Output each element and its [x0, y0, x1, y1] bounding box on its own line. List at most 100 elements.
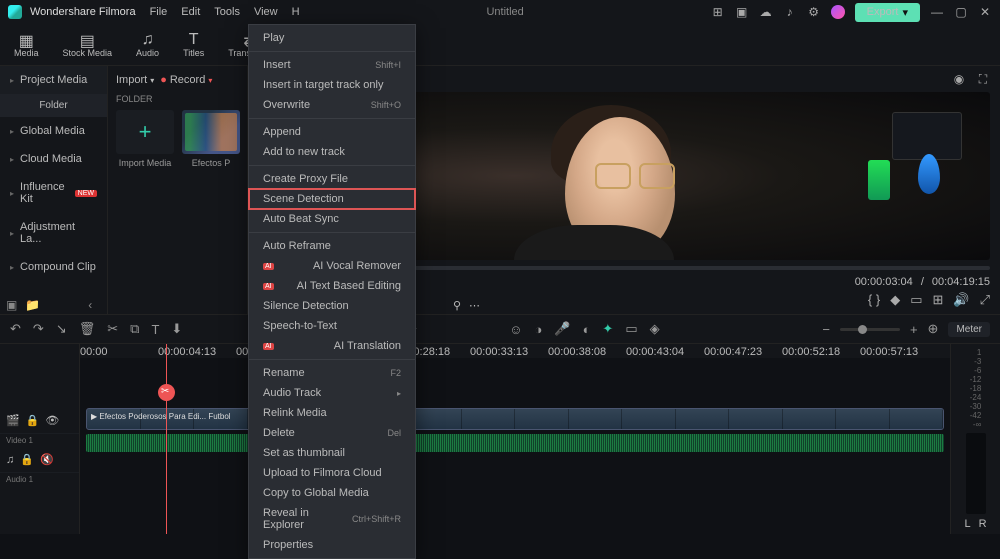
mic-icon[interactable]: 🎤: [554, 321, 570, 337]
menu-insert-in-target-track-only[interactable]: Insert in target track only: [249, 75, 415, 95]
sidebar-compound-clip[interactable]: Compound Clip: [0, 253, 107, 281]
panel-icon[interactable]: ▣: [6, 298, 17, 312]
timeline-body[interactable]: 00:0000:00:04:1300:00:09:140:23:2300:00:…: [80, 344, 950, 534]
color-icon[interactable]: ◐: [583, 322, 591, 337]
undo-icon[interactable]: ↶: [10, 321, 21, 337]
menu-file[interactable]: File: [150, 6, 168, 18]
menu-rename[interactable]: RenameF2: [249, 363, 415, 383]
ai-icon[interactable]: ✦: [602, 321, 613, 337]
menu-overwrite[interactable]: OverwriteShift+O: [249, 95, 415, 115]
menu-play[interactable]: Play: [249, 28, 415, 48]
zoom-out-icon[interactable]: −: [822, 322, 830, 337]
main-menu: File Edit Tools View H: [150, 6, 300, 18]
tab-media[interactable]: ▦Media: [10, 29, 43, 60]
minimize-icon[interactable]: —: [930, 5, 944, 19]
timeline-ruler[interactable]: 00:0000:00:04:1300:00:09:140:23:2300:00:…: [80, 344, 950, 358]
media-clip-tile[interactable]: Efectos P: [182, 110, 240, 168]
menu-edit[interactable]: Edit: [181, 6, 200, 18]
text-icon[interactable]: T: [151, 322, 159, 337]
user-avatar[interactable]: [831, 5, 845, 19]
menu-relink-media[interactable]: Relink Media: [249, 403, 415, 423]
zoom-fit-icon[interactable]: ⊕: [928, 321, 939, 337]
import-dropdown[interactable]: Import: [116, 74, 154, 86]
settings-icon[interactable]: ⚙: [807, 5, 821, 19]
menu-view[interactable]: View: [254, 6, 278, 18]
menu-create-proxy-file[interactable]: Create Proxy File: [249, 169, 415, 189]
menu-help[interactable]: H: [292, 6, 300, 18]
menu-copy-to-global-media[interactable]: Copy to Global Media: [249, 483, 415, 503]
marker2-icon[interactable]: ◈: [650, 321, 660, 337]
marker-icon[interactable]: ◆: [890, 292, 900, 308]
menu-add-to-new-track[interactable]: Add to new track: [249, 142, 415, 162]
meter-button[interactable]: Meter: [948, 322, 990, 337]
ratio-icon[interactable]: ▭: [910, 292, 922, 308]
tool-tabs: ▦Media ▤Stock Media ♫Audio TTitles ⇄Tran…: [0, 24, 1000, 66]
cut-icon[interactable]: ✂: [107, 321, 118, 337]
tab-audio[interactable]: ♫Audio: [132, 29, 163, 60]
save-icon[interactable]: ▣: [735, 5, 749, 19]
zoom-slider[interactable]: [840, 328, 900, 331]
eye-icon[interactable]: 👁: [45, 414, 59, 427]
menu-properties[interactable]: Properties: [249, 535, 415, 555]
fullscreen-icon[interactable]: ⛶: [976, 72, 990, 86]
menu-tools[interactable]: Tools: [214, 6, 240, 18]
back-icon[interactable]: ‹: [88, 298, 92, 312]
zoom-in-icon[interactable]: +: [910, 322, 918, 337]
playhead[interactable]: [166, 344, 167, 534]
volume-icon[interactable]: 🔊: [953, 292, 969, 308]
pointer-icon[interactable]: ↘: [56, 321, 67, 337]
export-button[interactable]: Export ▾: [855, 3, 920, 22]
maximize-icon[interactable]: ▢: [954, 5, 968, 19]
menu-reveal-in-explorer[interactable]: Reveal in ExplorerCtrl+Shift+R: [249, 503, 415, 535]
menu-speech-to-text[interactable]: Speech-to-Text: [249, 316, 415, 336]
menu-ai-translation[interactable]: AIAI Translation: [249, 336, 415, 356]
record-dropdown[interactable]: ● Record: [160, 74, 212, 86]
more-icon[interactable]: ⋯: [469, 299, 480, 312]
sidebar-project-media[interactable]: Project Media: [0, 66, 107, 94]
delete-icon[interactable]: 🗑: [79, 321, 96, 337]
tab-stock-media[interactable]: ▤Stock Media: [59, 29, 117, 60]
folder-icon[interactable]: 📁: [25, 298, 40, 312]
video-clip[interactable]: ▶ Efectos Poderosos Para Edi... Futbol: [86, 408, 944, 430]
titlebar: Wondershare Filmora File Edit Tools View…: [0, 0, 1000, 24]
import-media-tile[interactable]: + Import Media: [116, 110, 174, 168]
menu-ai-vocal-remover[interactable]: AIAI Vocal Remover: [249, 256, 415, 276]
expand-icon[interactable]: ⤢: [980, 292, 990, 308]
snapshot-icon[interactable]: ◉: [952, 72, 966, 86]
layout-icon[interactable]: ⊞: [711, 5, 725, 19]
face-icon[interactable]: ☺: [509, 322, 522, 337]
brackets-icon[interactable]: { }: [868, 292, 880, 308]
menu-auto-reframe[interactable]: Auto Reframe: [249, 236, 415, 256]
crop-icon[interactable]: ⧉: [130, 321, 139, 337]
lock-icon[interactable]: 🔒: [26, 414, 40, 427]
menu-set-as-thumbnail: Set as thumbnail: [249, 443, 415, 463]
close-icon[interactable]: ✕: [978, 5, 992, 19]
menu-insert[interactable]: InsertShift+I: [249, 55, 415, 75]
menu-delete[interactable]: DeleteDel: [249, 423, 415, 443]
sidebar-influence-kit[interactable]: Influence KitNEW: [0, 173, 107, 213]
audio-track-header[interactable]: ♫ 🔒 🔇: [0, 447, 79, 473]
video-track-header[interactable]: 🎬 🔒 👁: [0, 408, 79, 434]
mask-icon[interactable]: ◑: [535, 322, 543, 337]
sidebar-global-media[interactable]: Global Media: [0, 117, 107, 145]
menu-append[interactable]: Append: [249, 122, 415, 142]
menu-scene-detection[interactable]: Scene Detection: [249, 189, 415, 209]
bell-icon[interactable]: ♪: [783, 5, 797, 19]
titles-icon: T: [189, 31, 199, 47]
menu-audio-track[interactable]: Audio Track: [249, 383, 415, 403]
cloud-icon[interactable]: ☁: [759, 5, 773, 19]
menu-ai-text-based-editing[interactable]: AIAI Text Based Editing: [249, 276, 415, 296]
tab-titles[interactable]: TTitles: [179, 29, 208, 60]
filter-icon[interactable]: ⚲: [453, 299, 461, 312]
audio-clip[interactable]: [86, 434, 944, 452]
redo-icon[interactable]: ↷: [33, 321, 44, 337]
grid-icon[interactable]: ⊞: [933, 292, 944, 308]
mute-icon[interactable]: 🔇: [40, 453, 54, 466]
lock2-icon[interactable]: 🔒: [20, 453, 34, 466]
menu-silence-detection[interactable]: Silence Detection: [249, 296, 415, 316]
menu-auto-beat-sync[interactable]: Auto Beat Sync: [249, 209, 415, 229]
sidebar-cloud-media[interactable]: Cloud Media: [0, 145, 107, 173]
sidebar-adjustment-layer[interactable]: Adjustment La...: [0, 213, 107, 253]
frame-icon[interactable]: ▭: [625, 321, 637, 337]
download-icon[interactable]: ⬇: [171, 321, 182, 337]
